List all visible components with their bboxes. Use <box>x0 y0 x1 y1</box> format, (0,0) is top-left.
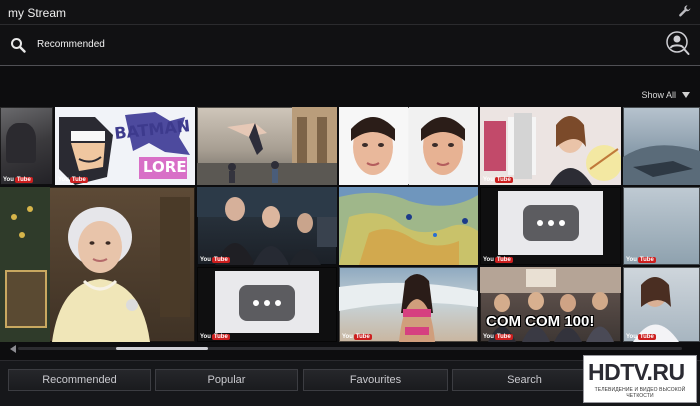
youtube-tube-text: Tube <box>14 177 33 183</box>
youtube-tube-text: Tube <box>211 334 230 340</box>
youtube-badge: You Tube <box>200 334 230 340</box>
youtube-badge: You Tube <box>483 257 513 263</box>
youtube-badge: You Tube <box>3 177 33 183</box>
tile-caption: LORE <box>143 158 187 176</box>
video-tile[interactable]: You Tube <box>623 267 700 342</box>
youtube-tube-text: Tube <box>637 257 656 263</box>
queen-thumbnail <box>0 187 190 342</box>
youtube-you-text: You <box>200 334 211 340</box>
search-icon[interactable] <box>10 37 26 53</box>
youtube-tube-text: Tube <box>353 334 372 340</box>
snow-thumbnail <box>623 145 700 185</box>
video-tile[interactable] <box>339 187 478 265</box>
person-thumbnail <box>633 277 679 342</box>
triangle-down-icon <box>682 92 690 98</box>
youtube-you-text: You <box>483 257 494 263</box>
youtube-you-text: You <box>342 334 353 340</box>
weather-map-thumbnail <box>339 187 478 265</box>
youtube-badge: You Tube <box>342 334 372 340</box>
youtube-badge: You Tube <box>58 177 88 183</box>
youtube-badge: You Tube <box>200 257 230 263</box>
video-tile[interactable]: You Tube <box>0 107 53 185</box>
show-all-label: Show All <box>641 90 676 100</box>
youtube-tube-text: Tube <box>494 257 513 263</box>
video-tile[interactable]: COM COM 100! You Tube <box>480 267 621 342</box>
top-bar: my Stream <box>0 0 700 25</box>
group-thumbnail <box>480 267 621 342</box>
video-tile[interactable]: You Tube <box>197 267 337 342</box>
chat-icon <box>239 285 295 321</box>
tab-favourites[interactable]: Favourites <box>303 369 448 391</box>
scrollbar-thumb[interactable] <box>116 347 208 350</box>
chat-icon <box>523 205 579 241</box>
youtube-tube-text: Tube <box>69 177 88 183</box>
youtube-you-text: You <box>626 257 637 263</box>
crowd-thumbnail <box>197 187 337 265</box>
search-input[interactable]: Recommended <box>37 39 105 50</box>
show-all-button[interactable]: Show All <box>641 90 690 100</box>
youtube-you-text: You <box>58 177 69 183</box>
faces-thumbnail <box>339 107 478 185</box>
watermark-subtitle: ТЕЛЕВИДЕНИЕ И ВИДЕО ВЫСОКОЙ ЧЕТКОСТИ <box>594 387 686 399</box>
tab-recommended[interactable]: Recommended <box>8 369 151 391</box>
youtube-you-text: You <box>200 257 211 263</box>
video-tile[interactable]: BATMAN LORE You Tube <box>55 107 195 185</box>
horizontal-scrollbar[interactable] <box>18 347 682 350</box>
video-tile[interactable] <box>197 107 337 185</box>
video-tile[interactable]: You Tube <box>339 267 478 342</box>
youtube-tube-text: Tube <box>637 334 656 340</box>
app-title: my Stream <box>8 6 67 20</box>
youtube-tube-text: Tube <box>494 177 513 183</box>
video-grid: You Tube BATMAN LORE You Tube You Tube Y… <box>0 107 700 343</box>
video-tile[interactable]: You Tube <box>197 187 337 265</box>
youtube-you-text: You <box>3 177 14 183</box>
tab-popular[interactable]: Popular <box>155 369 298 391</box>
scroll-left-icon[interactable] <box>10 345 16 353</box>
youtube-badge: You Tube <box>626 334 656 340</box>
hdtv-watermark: HDTV.RU ТЕЛЕВИДЕНИЕ И ВИДЕО ВЫСОКОЙ ЧЕТК… <box>583 355 697 403</box>
user-search-icon[interactable] <box>666 31 690 57</box>
tile-caption: COM COM 100! <box>486 313 595 330</box>
video-tile[interactable]: You Tube <box>480 187 621 265</box>
youtube-tube-text: Tube <box>494 334 513 340</box>
youtube-you-text: You <box>626 334 637 340</box>
youtube-tube-text: Tube <box>211 257 230 263</box>
youtube-badge: You Tube <box>626 257 656 263</box>
watermark-title: HDTV.RU <box>588 359 685 385</box>
video-tile[interactable] <box>0 187 195 342</box>
youtube-you-text: You <box>483 334 494 340</box>
video-tile[interactable] <box>623 107 700 185</box>
video-tile[interactable]: You Tube <box>623 187 700 265</box>
beach-thumbnail <box>339 274 478 342</box>
girl-fan-thumbnail <box>480 107 621 185</box>
youtube-you-text: You <box>483 177 494 183</box>
youtube-badge: You Tube <box>483 334 513 340</box>
search-bar[interactable]: Recommended <box>0 25 700 66</box>
youtube-badge: You Tube <box>483 177 513 183</box>
video-tile[interactable] <box>339 107 478 185</box>
wrench-icon[interactable] <box>678 4 692 18</box>
tab-search[interactable]: Search <box>452 369 597 391</box>
hall-thumbnail <box>197 107 337 185</box>
video-tile[interactable]: You Tube <box>480 107 621 185</box>
